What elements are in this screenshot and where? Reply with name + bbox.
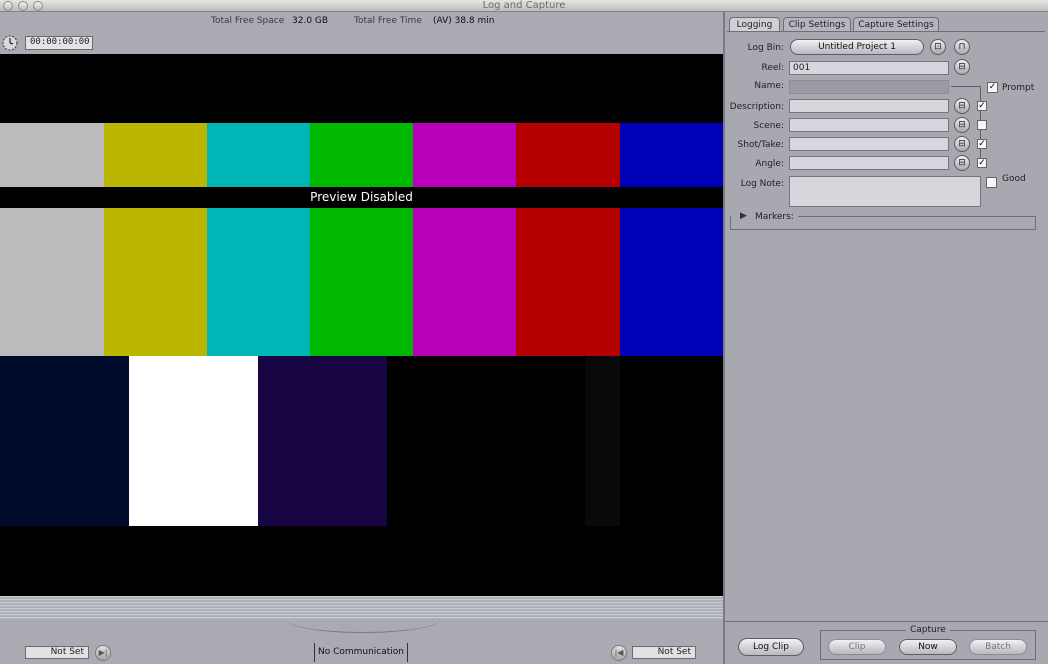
capture-clip-button[interactable]: Clip: [828, 639, 886, 655]
name-field: [789, 80, 949, 94]
color-bar: [258, 356, 387, 526]
log-bin-label: Log Bin:: [747, 43, 784, 53]
color-bar: [620, 208, 723, 356]
color-bar: [310, 208, 413, 356]
log-bin-up-icon[interactable]: ⊡: [930, 39, 946, 55]
go-to-out-icon: |◀: [614, 648, 624, 657]
capture-now-button[interactable]: Now: [899, 639, 957, 655]
color-bar: [0, 208, 104, 356]
free-space-label: Total Free Space: [211, 16, 285, 26]
color-bar: [413, 208, 516, 356]
free-space-value: 32.0 GB: [292, 16, 329, 26]
free-time-value: (AV) 38.8 min: [433, 16, 495, 26]
good-label: Good: [1002, 174, 1026, 184]
good-checkbox[interactable]: [986, 177, 997, 188]
shuttle-ribbed-strip[interactable]: [0, 596, 723, 620]
scene-slate-icon[interactable]: ⊟: [954, 117, 970, 133]
angle-field[interactable]: [789, 156, 949, 170]
color-bar: [413, 123, 516, 187]
minimize-window-button[interactable]: [18, 1, 28, 11]
capture-batch-button[interactable]: Batch: [969, 639, 1027, 655]
description-checkbox[interactable]: ✓: [977, 101, 987, 111]
reel-field[interactable]: 001: [789, 61, 949, 75]
color-bar: [207, 123, 310, 187]
tab-clip-settings-label: Clip Settings: [788, 20, 846, 30]
tab-logging-label: Logging: [736, 20, 773, 30]
in-point-field[interactable]: Not Set: [25, 646, 89, 659]
markers-box: [730, 216, 1036, 230]
free-time-label: Total Free Time: [354, 16, 422, 26]
go-to-in-button[interactable]: ▶|: [95, 645, 111, 661]
zoom-window-button[interactable]: [33, 1, 43, 11]
color-bar: [129, 356, 258, 526]
tab-capture-settings[interactable]: Capture Settings: [853, 17, 939, 31]
log-clip-button[interactable]: Log Clip: [738, 638, 804, 656]
scene-label: Scene:: [753, 121, 784, 131]
shot-take-checkbox[interactable]: ✓: [977, 139, 987, 149]
angle-slate-icon[interactable]: ⊟: [954, 155, 970, 171]
scene-checkbox[interactable]: [977, 120, 987, 130]
color-bar: [516, 208, 620, 356]
go-to-out-button[interactable]: |◀: [611, 645, 627, 661]
prompt-label: Prompt: [1002, 83, 1035, 93]
prompt-checkbox[interactable]: ✓: [987, 82, 998, 93]
color-bar: [0, 123, 104, 187]
log-bin-button[interactable]: Untitled Project 1: [790, 39, 924, 55]
description-slate-icon[interactable]: ⊟: [954, 98, 970, 114]
window-title: Log and Capture: [482, 0, 566, 11]
tab-clip-settings[interactable]: Clip Settings: [783, 17, 851, 31]
color-bar: [0, 356, 129, 526]
shot-take-slate-icon[interactable]: ⊟: [954, 136, 970, 152]
device-status-text: No Communication: [317, 647, 405, 657]
log-note-field[interactable]: [789, 176, 981, 207]
shot-take-field[interactable]: [789, 137, 949, 151]
reel-label: Reel:: [761, 63, 784, 73]
color-bar: [207, 208, 310, 356]
color-bar: [104, 208, 207, 356]
description-label: Description:: [729, 102, 784, 112]
capture-divider: [725, 621, 1048, 622]
color-bar: [620, 123, 723, 187]
go-to-in-icon: ▶|: [98, 648, 108, 657]
color-bar: [585, 356, 620, 526]
color-bar: [104, 123, 207, 187]
color-bar: [516, 123, 620, 187]
reel-slate-icon[interactable]: ⊟: [954, 59, 970, 75]
color-bar: [387, 356, 585, 526]
shot-take-label: Shot/Take:: [737, 140, 784, 150]
description-field[interactable]: [789, 99, 949, 113]
preview-disabled-label: Preview Disabled: [0, 187, 723, 208]
window-titlebar: Log and Capture: [0, 0, 1048, 12]
tab-logging[interactable]: Logging: [729, 17, 780, 32]
name-label: Name:: [754, 81, 784, 91]
video-preview: Preview Disabled: [0, 54, 723, 596]
capture-group-label: Capture: [906, 625, 950, 635]
timecode-clock-icon: [1, 34, 19, 52]
color-bar: [620, 356, 723, 526]
log-note-label: Log Note:: [740, 179, 784, 189]
scene-field[interactable]: [789, 118, 949, 132]
prompt-connector: [951, 86, 981, 87]
tab-divider: [727, 31, 1045, 32]
tab-capture-settings-label: Capture Settings: [858, 20, 934, 30]
device-status: No Communication: [314, 643, 408, 662]
angle-label: Angle:: [755, 159, 784, 169]
color-bar: [310, 123, 413, 187]
close-window-button[interactable]: [3, 1, 13, 11]
new-bin-icon[interactable]: ⊓: [954, 39, 970, 55]
current-timecode-field[interactable]: 00:00:00:00: [25, 36, 93, 50]
out-point-field[interactable]: Not Set: [632, 646, 696, 659]
angle-checkbox[interactable]: ✓: [977, 158, 987, 168]
